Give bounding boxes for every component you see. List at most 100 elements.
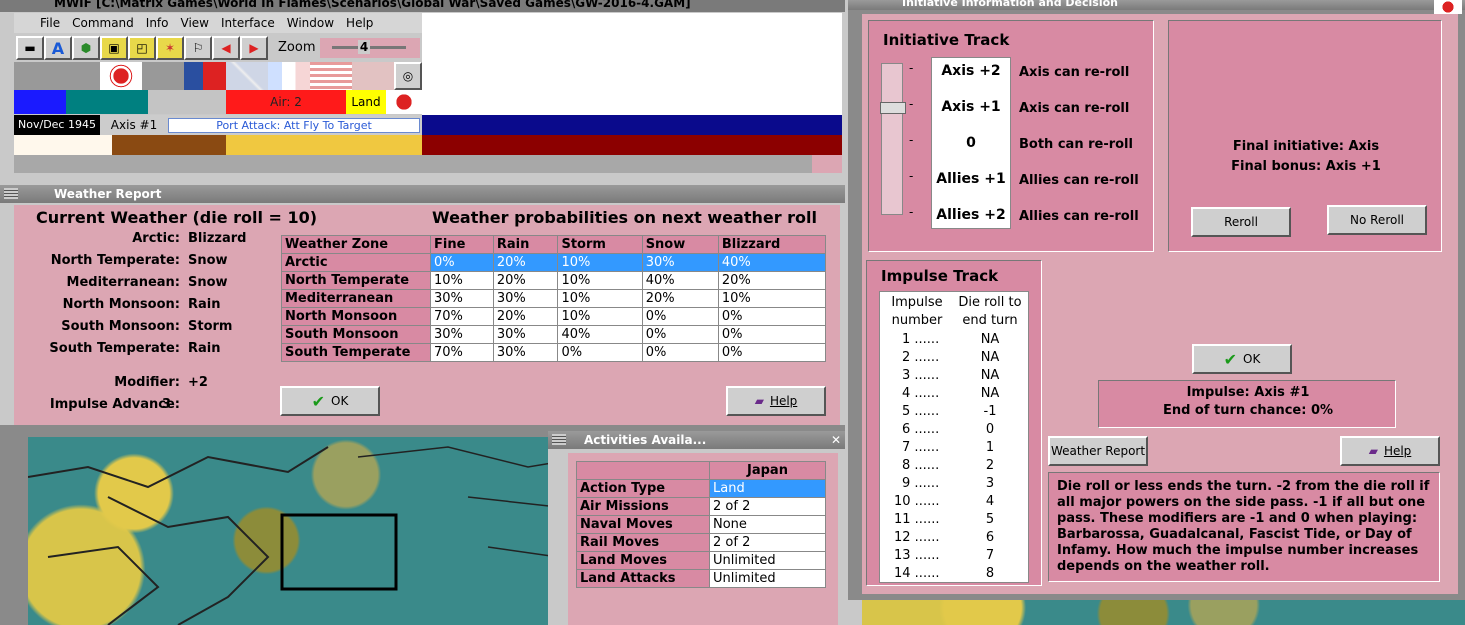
impulse-number: 14 ...... xyxy=(894,566,940,581)
no-reroll-button[interactable]: No Reroll xyxy=(1327,205,1427,235)
list-item: 3 ...... NA xyxy=(880,368,1030,386)
china-flag-icon[interactable] xyxy=(184,62,226,90)
list-item: 12 ...... 6 xyxy=(880,530,1030,548)
table-cell: 30% xyxy=(430,289,494,308)
impulse-die: NA xyxy=(980,350,1000,365)
japan-flag-small-icon xyxy=(386,90,422,114)
activity-label: Action Type xyxy=(576,479,710,498)
ussr-flag-icon[interactable] xyxy=(352,62,394,90)
table-row[interactable]: South Temperate 70% 30% 0% 0% 0% xyxy=(281,343,827,362)
table-row[interactable]: North Temperate 10% 20% 10% 40% 20% xyxy=(281,271,827,290)
weather-help-label: Help xyxy=(769,394,798,408)
list-item: 14 ...... 8 xyxy=(880,566,1030,584)
reroll-button[interactable]: Reroll xyxy=(1191,207,1291,237)
land-status-text: Land xyxy=(351,95,381,109)
activities-title-bar[interactable]: Activities Availa... ✕ xyxy=(548,431,845,449)
menu-command[interactable]: Command xyxy=(72,16,134,30)
list-item: 5 ...... -1 xyxy=(880,404,1030,422)
usa-flag-icon[interactable] xyxy=(310,62,352,90)
main-title-bar: MWIF [C:\Matrix Games\World In Flames\Sc… xyxy=(0,0,845,12)
menu-interface[interactable]: Interface xyxy=(221,16,275,30)
blast-icon[interactable]: ✶ xyxy=(156,36,184,60)
weather-ok-button[interactable]: ✔ OK xyxy=(280,386,380,416)
table-row[interactable]: South Monsoon 30% 30% 40% 0% 0% xyxy=(281,325,827,344)
slider-thumb[interactable] xyxy=(880,102,906,114)
world-map[interactable] xyxy=(28,437,558,625)
table-cell: 0% xyxy=(641,307,719,326)
table-cell: 70% xyxy=(430,307,494,326)
impulse-die: 8 xyxy=(985,566,995,581)
zone-row: Arctic: Blizzard xyxy=(14,231,264,253)
weather-title-bar[interactable]: Weather Report xyxy=(0,185,845,203)
activities-row[interactable]: Rail Moves 2 of 2 xyxy=(576,533,826,552)
list-item: 7 ...... 1 xyxy=(880,440,1030,458)
flag-icon[interactable]: ⚐ xyxy=(184,36,212,60)
main-window: MWIF [C:\Matrix Games\World In Flames\Sc… xyxy=(0,0,845,185)
target-icon[interactable]: ◎ xyxy=(394,62,422,90)
impulse-number: 4 ...... xyxy=(902,386,940,401)
table-cell: 30% xyxy=(492,289,559,308)
initiative-desc: Allies can re-roll xyxy=(1019,209,1139,224)
activities-row[interactable]: Naval Moves None xyxy=(576,515,826,534)
row-header: Arctic xyxy=(281,253,431,272)
tick-mark: - xyxy=(909,133,914,147)
initiative-row: - 0 Both can re-roll xyxy=(905,133,1155,157)
color-strip-brown xyxy=(112,135,226,155)
hex-icon[interactable]: ⬢ xyxy=(72,36,100,60)
activity-value: 2 of 2 xyxy=(709,533,826,552)
tick-mark: - xyxy=(909,97,914,111)
toolbar: ▬ A ⬢ ▣ ◰ ✶ ⚐ ◀ ▶ Zoom 4 xyxy=(14,34,422,62)
impulse-track-title: Impulse Track xyxy=(881,267,999,285)
table-cell: 30% xyxy=(492,325,559,344)
activity-value: Unlimited xyxy=(709,569,826,588)
table-cell: 10% xyxy=(430,271,494,290)
menu-info[interactable]: Info xyxy=(146,16,169,30)
activities-row[interactable]: Land Moves Unlimited xyxy=(576,551,826,570)
arrow-left-icon[interactable]: ◀ xyxy=(212,36,240,60)
final-initiative-panel: Final initiative: Axis Final bonus: Axis… xyxy=(1168,20,1442,252)
table-row[interactable]: North Monsoon 70% 20% 10% 0% 0% xyxy=(281,307,827,326)
impulse-number: 2 ...... xyxy=(902,350,940,365)
close-icon[interactable]: ✕ xyxy=(831,431,841,449)
checkmark-icon: ✔ xyxy=(311,391,326,411)
table-cell: 20% xyxy=(641,289,719,308)
activity-value: None xyxy=(709,515,826,534)
table-row[interactable]: Arctic 0% 20% 10% 30% 40% xyxy=(281,253,827,272)
activities-row[interactable]: Land Attacks Unlimited xyxy=(576,569,826,588)
counter-icon[interactable]: ▣ xyxy=(100,36,128,60)
table-cell: 30% xyxy=(430,325,494,344)
weather-report-button[interactable]: Weather Report xyxy=(1048,436,1148,466)
final-initiative: Final initiative: Axis xyxy=(1232,139,1380,154)
phase-display: Port Attack: Att Fly To Target xyxy=(168,118,420,133)
impulse-number: 11 ...... xyxy=(894,512,940,527)
activities-row[interactable]: Air Missions 2 of 2 xyxy=(576,497,826,516)
activities-row[interactable]: Action Type Land xyxy=(576,479,826,498)
initiative-title-bar[interactable]: Initiative Information and Decision xyxy=(848,0,1465,10)
arrow-right-icon[interactable]: ▶ xyxy=(240,36,268,60)
menu-help[interactable]: Help xyxy=(346,16,373,30)
menu-window[interactable]: Window xyxy=(287,16,334,30)
zone-row: South Monsoon: Storm xyxy=(14,319,264,341)
activity-value: 2 of 2 xyxy=(709,497,826,516)
france-flag-icon[interactable] xyxy=(268,62,310,90)
air-status: Air: 2 xyxy=(226,90,346,114)
menu-view[interactable]: View xyxy=(181,16,209,30)
initiative-level: Allies +2 xyxy=(936,207,1006,223)
impulse-help-button[interactable]: ▰ Help xyxy=(1340,436,1440,466)
table-cell: 0% xyxy=(717,343,827,362)
zoom-slider[interactable]: 4 xyxy=(320,38,420,58)
menu-file[interactable]: File xyxy=(40,16,60,30)
map-strip-right[interactable] xyxy=(862,600,1465,625)
initiative-slider[interactable] xyxy=(880,63,906,215)
impulse-number: 10 ...... xyxy=(894,494,940,509)
train-icon[interactable]: ▬ xyxy=(16,36,44,60)
impulse-ok-button[interactable]: ✔ OK xyxy=(1192,344,1292,374)
unit-icon[interactable]: ◰ xyxy=(128,36,156,60)
font-icon[interactable]: A xyxy=(44,36,72,60)
current-weather-list: Arctic: Blizzard North Temperate: Snow M… xyxy=(14,231,264,361)
table-row[interactable]: Mediterranean 30% 30% 10% 20% 10% xyxy=(281,289,827,308)
weather-help-button[interactable]: ▰ Help xyxy=(726,386,826,416)
japan-flag-icon[interactable] xyxy=(100,62,142,90)
uk-flag-icon[interactable] xyxy=(226,62,268,90)
weather-body: Current Weather (die roll = 10) Weather … xyxy=(14,205,840,427)
